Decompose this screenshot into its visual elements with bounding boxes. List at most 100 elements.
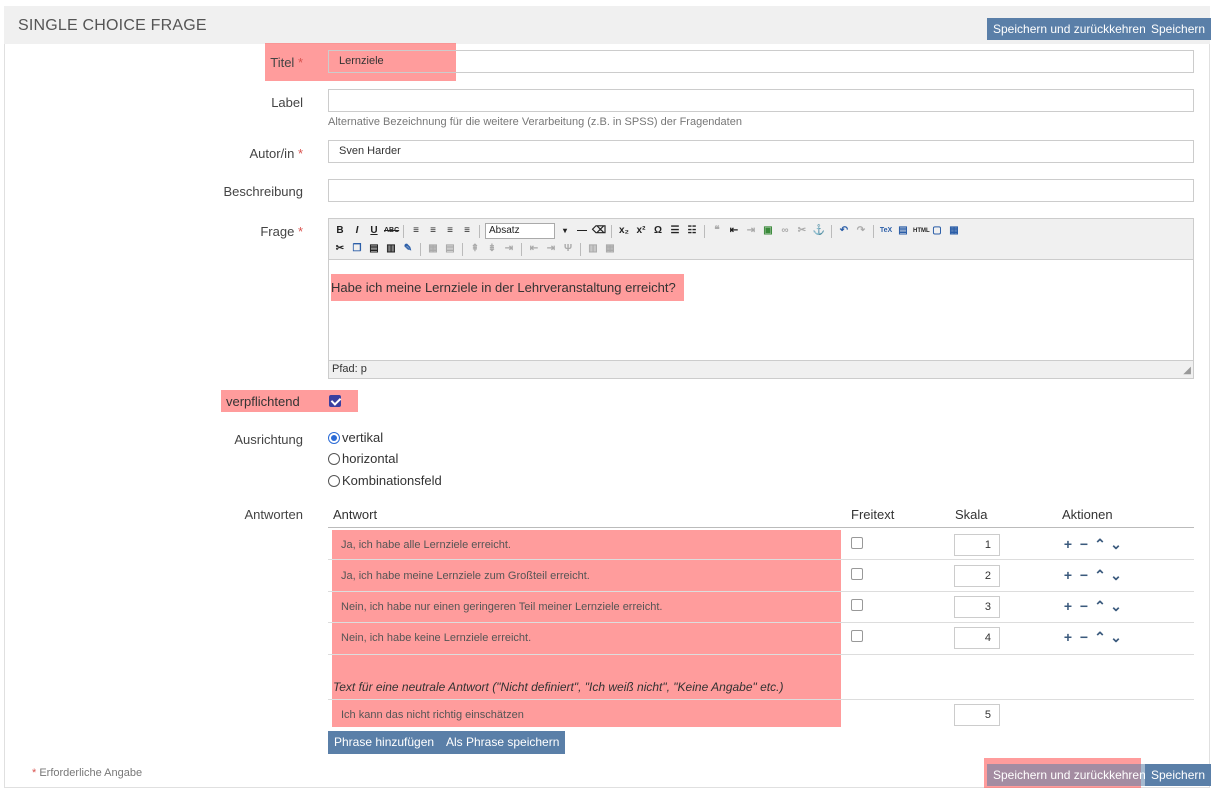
- strikethrough-icon[interactable]: ABC: [384, 224, 399, 238]
- undo-icon[interactable]: ↶: [837, 224, 851, 238]
- align-right-icon[interactable]: ≡: [443, 224, 457, 238]
- add-phrase-button[interactable]: Phrase hinzufügen: [328, 731, 441, 754]
- table-row[interactable]: Ja, ich habe meine Lernziele zum Großtei…: [341, 570, 590, 582]
- delete-row-icon[interactable]: ⇥: [502, 242, 516, 256]
- tex-icon[interactable]: TeX: [879, 224, 893, 238]
- omega-icon[interactable]: Ω: [651, 224, 665, 238]
- author-input[interactable]: Sven Harder: [328, 140, 1194, 163]
- bold-icon[interactable]: B: [333, 224, 347, 238]
- minus-icon[interactable]: −: [1078, 599, 1090, 613]
- numbered-list-icon[interactable]: ☷: [685, 224, 699, 238]
- chevron-up-icon[interactable]: ⌃: [1094, 630, 1106, 644]
- question-editor[interactable]: B I U ABC ≡ ≡ ≡ ≡ Absatz ▾ — ⌫ x₂ x² Ω ☰…: [328, 218, 1194, 379]
- media-icon[interactable]: ▤: [896, 224, 910, 238]
- editor-content[interactable]: Habe ich meine Lernziele in der Lehrvera…: [329, 260, 1193, 361]
- table-row[interactable]: Nein, ich habe nur einen geringeren Teil…: [341, 601, 662, 613]
- radio-vertical[interactable]: [328, 431, 340, 444]
- paste-special-icon[interactable]: ▦: [947, 224, 961, 238]
- neutral-answer-input[interactable]: Ich kann das nicht richtig einschätzen: [341, 709, 524, 721]
- editor-toolbar: B I U ABC ≡ ≡ ≡ ≡ Absatz ▾ — ⌫ x₂ x² Ω ☰…: [329, 219, 1193, 260]
- table-props-icon[interactable]: ▤: [443, 242, 457, 256]
- link-icon[interactable]: ∞: [778, 224, 792, 238]
- paste-word-icon[interactable]: ✎: [401, 242, 415, 256]
- align-center-icon[interactable]: ≡: [426, 224, 440, 238]
- chevron-down-icon[interactable]: ⌄: [1110, 630, 1122, 644]
- outdent-icon[interactable]: ⇤: [727, 224, 741, 238]
- insert-col-after-icon[interactable]: ⇥: [544, 242, 558, 256]
- underline-icon[interactable]: U: [367, 224, 381, 238]
- separator: [704, 224, 705, 238]
- radio-horizontal[interactable]: [328, 452, 340, 465]
- italic-icon[interactable]: I: [350, 224, 364, 238]
- label-input[interactable]: [328, 89, 1194, 112]
- image-icon[interactable]: ▣: [761, 224, 775, 238]
- delete-col-icon[interactable]: Ψ: [561, 242, 575, 256]
- resize-handle-icon[interactable]: ◢: [1183, 365, 1191, 376]
- format-select[interactable]: Absatz: [485, 223, 555, 239]
- indent-icon[interactable]: ⇥: [744, 224, 758, 238]
- chevron-up-icon[interactable]: ⌃: [1094, 537, 1106, 551]
- toolbar-row-1: B I U ABC ≡ ≡ ≡ ≡ Absatz ▾ — ⌫ x₂ x² Ω ☰…: [333, 222, 961, 240]
- scale-input[interactable]: 4: [954, 627, 1000, 649]
- title-input[interactable]: Lernziele: [328, 50, 1194, 73]
- minus-icon[interactable]: −: [1078, 568, 1090, 582]
- save-button-top[interactable]: Speichern: [1145, 18, 1212, 40]
- scale-input[interactable]: 3: [954, 596, 1000, 618]
- redo-icon[interactable]: ↷: [854, 224, 868, 238]
- scale-input[interactable]: 1: [954, 534, 1000, 556]
- orientation-option-horizontal[interactable]: horizontal: [328, 451, 398, 466]
- chevron-up-icon[interactable]: ⌃: [1094, 568, 1106, 582]
- cut-icon[interactable]: ✂: [333, 242, 347, 256]
- table-row[interactable]: Nein, ich habe keine Lernziele erreicht.: [341, 632, 531, 644]
- orientation-option-combobox[interactable]: Kombinationsfeld: [328, 473, 442, 488]
- fullscreen-icon[interactable]: ▢: [930, 224, 944, 238]
- orientation-option-vertical[interactable]: vertikal: [328, 430, 383, 445]
- radio-combobox[interactable]: [328, 474, 340, 487]
- plus-icon[interactable]: +: [1062, 537, 1074, 551]
- plus-icon[interactable]: +: [1062, 630, 1074, 644]
- chevron-down-icon[interactable]: ▾: [558, 224, 572, 238]
- minus-icon[interactable]: −: [1078, 537, 1090, 551]
- save-button-bottom[interactable]: Speichern: [1145, 764, 1212, 786]
- align-justify-icon[interactable]: ≡: [460, 224, 474, 238]
- chevron-down-icon[interactable]: ⌄: [1110, 568, 1122, 582]
- subscript-icon[interactable]: x₂: [617, 224, 631, 238]
- freetext-checkbox[interactable]: [851, 630, 863, 642]
- paste-icon[interactable]: ▤: [367, 242, 381, 256]
- html-icon[interactable]: HTML: [913, 224, 930, 238]
- split-cells-icon[interactable]: ▦: [603, 242, 617, 256]
- paste-text-icon[interactable]: ▥: [384, 242, 398, 256]
- quote-icon[interactable]: ❝: [710, 224, 724, 238]
- freetext-column-header: Freitext: [851, 507, 895, 522]
- plus-icon[interactable]: +: [1062, 568, 1074, 582]
- freetext-checkbox[interactable]: [851, 599, 863, 611]
- table-icon[interactable]: ▦: [426, 242, 440, 256]
- scale-input[interactable]: 2: [954, 565, 1000, 587]
- insert-row-before-icon[interactable]: ⇞: [468, 242, 482, 256]
- description-input[interactable]: [328, 179, 1194, 202]
- insert-col-before-icon[interactable]: ⇤: [527, 242, 541, 256]
- unlink-icon[interactable]: ✂: [795, 224, 809, 238]
- copy-icon[interactable]: ❐: [350, 242, 364, 256]
- plus-icon[interactable]: +: [1062, 599, 1074, 613]
- save-and-return-button-top[interactable]: Speichern und zurückkehren: [987, 18, 1152, 40]
- chevron-down-icon[interactable]: ⌄: [1110, 537, 1122, 551]
- chevron-up-icon[interactable]: ⌃: [1094, 599, 1106, 613]
- anchor-icon[interactable]: ⚓: [812, 224, 826, 238]
- horizontal-rule-icon[interactable]: —: [575, 224, 589, 238]
- insert-row-after-icon[interactable]: ⇟: [485, 242, 499, 256]
- neutral-scale-input[interactable]: 5: [954, 704, 1000, 726]
- merge-cells-icon[interactable]: ▥: [586, 242, 600, 256]
- freetext-checkbox[interactable]: [851, 568, 863, 580]
- superscript-icon[interactable]: x²: [634, 224, 648, 238]
- align-left-icon[interactable]: ≡: [409, 224, 423, 238]
- freetext-checkbox[interactable]: [851, 537, 863, 549]
- save-as-phrase-button[interactable]: Als Phrase speichern: [440, 731, 566, 754]
- bullet-list-icon[interactable]: ☰: [668, 224, 682, 238]
- chevron-down-icon[interactable]: ⌄: [1110, 599, 1122, 613]
- table-row[interactable]: Ja, ich habe alle Lernziele erreicht.: [341, 539, 511, 551]
- mandatory-checkbox[interactable]: [329, 395, 341, 407]
- save-and-return-button-bottom[interactable]: Speichern und zurückkehren: [987, 764, 1152, 786]
- eraser-icon[interactable]: ⌫: [592, 224, 606, 238]
- minus-icon[interactable]: −: [1078, 630, 1090, 644]
